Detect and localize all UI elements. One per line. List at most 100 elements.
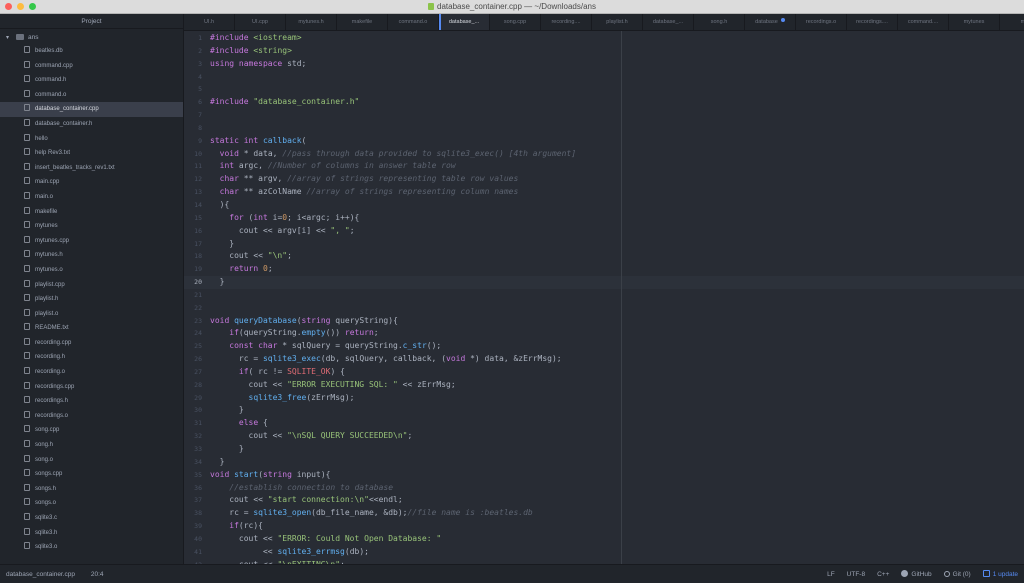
code-text[interactable]: cout << "ERROR: Could Not Open Database:… xyxy=(202,533,1024,546)
code-text[interactable] xyxy=(202,109,1024,122)
tree-file-item[interactable]: mytunes.h xyxy=(0,248,183,263)
line-number[interactable]: 1 xyxy=(184,32,202,45)
line-number[interactable]: 37 xyxy=(184,494,202,507)
line-number[interactable]: 13 xyxy=(184,186,202,199)
tree-file-item[interactable]: README.txt xyxy=(0,321,183,336)
status-line-ending[interactable]: LF xyxy=(827,565,835,583)
code-text[interactable]: << sqlite3_errmsg(db); xyxy=(202,546,1024,559)
editor-tab[interactable]: UI.cpp xyxy=(235,14,286,30)
line-number[interactable]: 20 xyxy=(184,276,202,289)
tree-file-item[interactable]: playlist.o xyxy=(0,307,183,322)
code-text[interactable]: //establish connection to database xyxy=(202,482,1024,495)
code-text[interactable]: void queryDatabase(string queryString){ xyxy=(202,315,1024,328)
tree-view-header[interactable]: Project xyxy=(0,14,183,29)
line-number[interactable]: 2 xyxy=(184,45,202,58)
code-text[interactable]: cout << "ERROR EXECUTING SQL: " << zErrM… xyxy=(202,379,1024,392)
editor-tab[interactable]: mytunes xyxy=(949,14,1000,30)
code-text[interactable]: if(rc){ xyxy=(202,520,1024,533)
line-number[interactable]: 14 xyxy=(184,199,202,212)
code-editor[interactable]: 1 #include <iostream> 2 #include <string> 3 u… xyxy=(184,31,1024,564)
line-number[interactable]: 21 xyxy=(184,289,202,302)
code-text[interactable]: } xyxy=(202,443,1024,456)
code-text[interactable]: sqlite3_free(zErrMsg); xyxy=(202,392,1024,405)
code-text[interactable]: } xyxy=(202,404,1024,417)
code-text[interactable]: } xyxy=(202,238,1024,251)
status-cursor-position[interactable]: 20:4 xyxy=(91,571,104,578)
editor-tab[interactable]: command.o xyxy=(388,14,439,30)
editor-tab[interactable]: recordings.... xyxy=(847,14,898,30)
line-number[interactable]: 19 xyxy=(184,263,202,276)
tree-file-item[interactable]: recording.o xyxy=(0,365,183,380)
code-text[interactable] xyxy=(202,122,1024,135)
line-number[interactable]: 7 xyxy=(184,109,202,122)
line-number[interactable]: 28 xyxy=(184,379,202,392)
code-text[interactable] xyxy=(202,302,1024,315)
status-encoding[interactable]: UTF-8 xyxy=(847,565,865,583)
code-text[interactable]: cout << argv[i] << ", "; xyxy=(202,225,1024,238)
tree-file-item[interactable]: recordings.h xyxy=(0,394,183,409)
line-number[interactable]: 8 xyxy=(184,122,202,135)
code-text[interactable]: #include <iostream> xyxy=(202,32,1024,45)
code-text[interactable] xyxy=(202,289,1024,302)
editor-tab[interactable]: myt xyxy=(1000,14,1024,30)
project-root-folder[interactable]: ▾ ans xyxy=(0,32,183,44)
line-number[interactable]: 36 xyxy=(184,482,202,495)
line-number[interactable]: 9 xyxy=(184,135,202,148)
tree-file-item[interactable]: command.o xyxy=(0,88,183,103)
tree-file-item[interactable]: songs.o xyxy=(0,496,183,511)
tree-file-item[interactable]: beatles.db xyxy=(0,44,183,59)
code-text[interactable]: if( rc != SQLITE_OK) { xyxy=(202,366,1024,379)
editor-tab[interactable]: UI.h xyxy=(184,14,235,30)
line-number[interactable]: 41 xyxy=(184,546,202,559)
line-number[interactable]: 10 xyxy=(184,148,202,161)
tree-file-item[interactable]: recordings.cpp xyxy=(0,380,183,395)
code-text[interactable]: cout << "\n"; xyxy=(202,250,1024,263)
tree-file-item[interactable]: database_container.h xyxy=(0,117,183,132)
tree-file-item[interactable]: sqlite3.h xyxy=(0,526,183,541)
line-number[interactable]: 6 xyxy=(184,96,202,109)
tree-file-item[interactable]: song.o xyxy=(0,453,183,468)
line-number[interactable]: 22 xyxy=(184,302,202,315)
tree-file-item[interactable]: sqlite3.c xyxy=(0,511,183,526)
editor-tab[interactable]: mytunes.h xyxy=(286,14,337,30)
line-number[interactable]: 30 xyxy=(184,404,202,417)
line-number[interactable]: 11 xyxy=(184,160,202,173)
tree-file-item[interactable]: songs.h xyxy=(0,482,183,497)
line-number[interactable]: 17 xyxy=(184,238,202,251)
status-github[interactable]: GitHub xyxy=(901,565,932,583)
line-number[interactable]: 25 xyxy=(184,340,202,353)
editor-tab[interactable]: recording.... xyxy=(541,14,592,30)
line-number[interactable]: 26 xyxy=(184,353,202,366)
editor-tab[interactable]: database_... xyxy=(439,14,490,30)
tree-file-item[interactable]: recording.cpp xyxy=(0,336,183,351)
tree-file-item[interactable]: hello xyxy=(0,132,183,147)
code-text[interactable]: int argc, //Number of columns in answer … xyxy=(202,160,1024,173)
code-text[interactable]: #include "database_container.h" xyxy=(202,96,1024,109)
tree-file-item[interactable]: main.o xyxy=(0,190,183,205)
code-text[interactable]: rc = sqlite3_exec(db, sqlQuery, callback… xyxy=(202,353,1024,366)
editor-tab[interactable]: database xyxy=(745,14,796,30)
code-text[interactable]: ){ xyxy=(202,199,1024,212)
code-text[interactable]: static int callback( xyxy=(202,135,1024,148)
editor-tab[interactable]: song.cpp xyxy=(490,14,541,30)
editor-tab[interactable]: playlist.h xyxy=(592,14,643,30)
code-text[interactable]: } xyxy=(202,276,1024,289)
code-text[interactable]: #include <string> xyxy=(202,45,1024,58)
tree-file-item[interactable]: song.cpp xyxy=(0,423,183,438)
code-text[interactable] xyxy=(202,83,1024,96)
line-number[interactable]: 15 xyxy=(184,212,202,225)
status-file-path[interactable]: database_container.cpp xyxy=(6,571,75,578)
line-number[interactable]: 29 xyxy=(184,392,202,405)
line-number[interactable]: 23 xyxy=(184,315,202,328)
code-text[interactable]: cout << "start connection:\n"<<endl; xyxy=(202,494,1024,507)
tree-file-item[interactable]: makefile xyxy=(0,205,183,220)
editor-tab[interactable]: song.h xyxy=(694,14,745,30)
tree-file-item[interactable]: mytunes.cpp xyxy=(0,234,183,249)
code-text[interactable]: char ** argv, //array of strings represe… xyxy=(202,173,1024,186)
editor-tab[interactable]: recordings.o xyxy=(796,14,847,30)
tree-file-item[interactable]: insert_beatles_tracks_rev1.txt xyxy=(0,161,183,176)
line-number[interactable]: 18 xyxy=(184,250,202,263)
line-number[interactable]: 38 xyxy=(184,507,202,520)
line-number[interactable]: 34 xyxy=(184,456,202,469)
tree-file-item[interactable]: command.h xyxy=(0,73,183,88)
